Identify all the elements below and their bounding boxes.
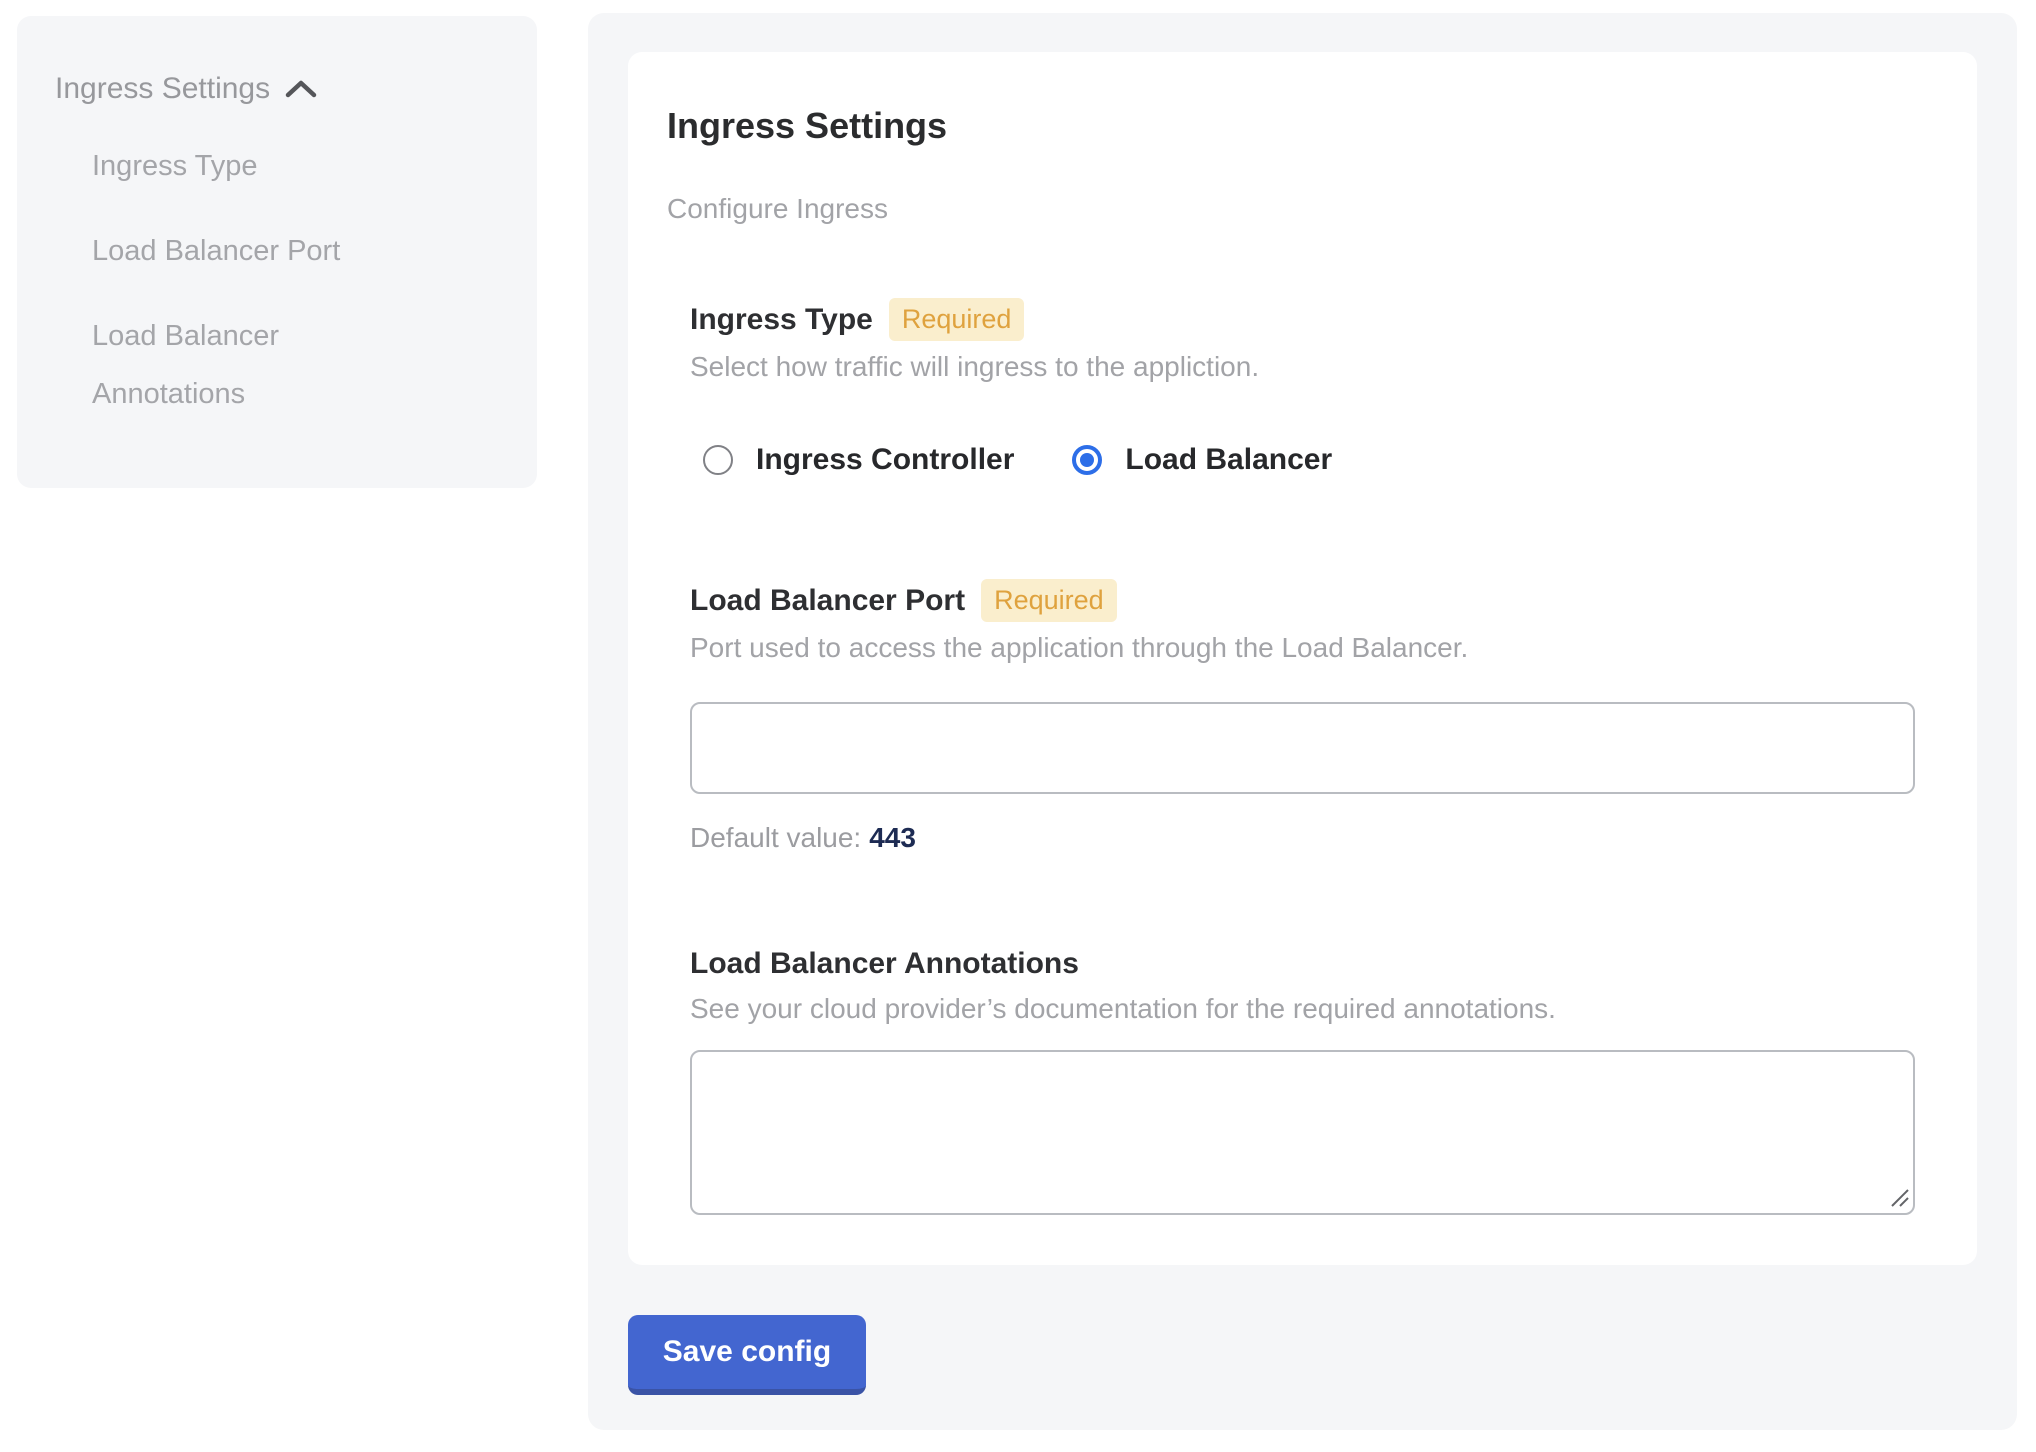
sidebar-item-load-balancer-port[interactable]: Load Balancer Port (55, 222, 425, 280)
required-badge: Required (889, 298, 1025, 341)
field-label-ingress-type: Ingress Type (690, 301, 873, 339)
save-config-button[interactable]: Save config (628, 1315, 866, 1395)
ingress-type-radio-group: Ingress Controller Load Balancer (690, 441, 1915, 479)
default-value-label: Default value: (690, 822, 861, 853)
radio-circle-icon[interactable] (1072, 445, 1102, 475)
field-label-load-balancer-port: Load Balancer Port (690, 582, 965, 620)
page-title: Ingress Settings (667, 108, 1915, 144)
radio-circle-icon[interactable] (703, 445, 733, 475)
sidebar-group-ingress-settings[interactable]: Ingress Settings (55, 68, 497, 110)
field-label-load-balancer-annotations: Load Balancer Annotations (690, 945, 1079, 983)
default-value: 443 (869, 822, 916, 853)
load-balancer-annotations-textarea[interactable] (690, 1050, 1915, 1215)
field-description: Port used to access the application thro… (690, 630, 1915, 666)
field-description: Select how traffic will ingress to the a… (690, 349, 1915, 385)
field-section-load-balancer-annotations: Load Balancer Annotations See your cloud… (690, 945, 1915, 1215)
sidebar-item-ingress-type[interactable]: Ingress Type (55, 137, 425, 195)
radio-ingress-controller[interactable]: Ingress Controller (703, 441, 1014, 479)
field-description: See your cloud provider’s documentation … (690, 991, 1915, 1027)
sidebar-group-label: Ingress Settings (55, 72, 270, 106)
load-balancer-port-input[interactable] (690, 702, 1915, 794)
radio-label: Load Balancer (1125, 441, 1332, 479)
radio-load-balancer[interactable]: Load Balancer (1072, 441, 1332, 479)
required-badge: Required (981, 579, 1117, 622)
default-value-note: Default value: 443 (690, 820, 1915, 856)
chevron-up-icon (284, 77, 318, 101)
main-panel: Ingress Settings Configure Ingress Ingre… (588, 13, 2017, 1430)
radio-label: Ingress Controller (756, 441, 1014, 479)
settings-card: Ingress Settings Configure Ingress Ingre… (628, 52, 1977, 1265)
sidebar-item-list: Ingress Type Load Balancer Port Load Bal… (55, 137, 497, 423)
sidebar-item-load-balancer-annotations[interactable]: Load Balancer Annotations (55, 307, 425, 423)
field-section-ingress-type: Ingress Type Required Select how traffic… (690, 298, 1915, 479)
settings-sidebar: Ingress Settings Ingress Type Load Balan… (17, 16, 537, 488)
field-section-load-balancer-port: Load Balancer Port Required Port used to… (690, 579, 1915, 856)
page-subtitle: Configure Ingress (667, 192, 1915, 226)
resize-handle-icon[interactable] (1888, 1186, 1910, 1208)
